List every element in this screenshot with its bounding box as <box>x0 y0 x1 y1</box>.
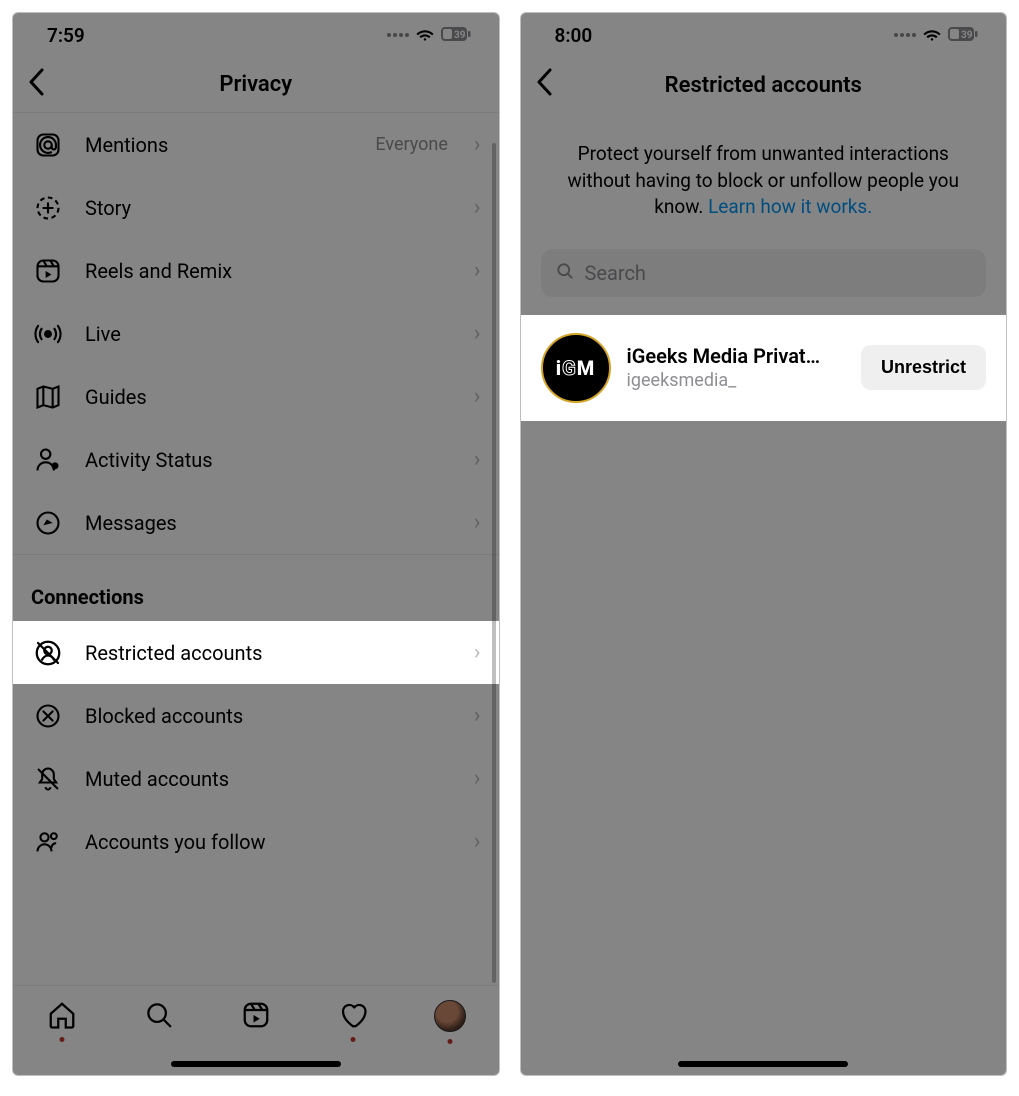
search-input[interactable]: Search <box>541 249 987 297</box>
home-indicator[interactable] <box>678 1061 848 1067</box>
page-title: Privacy <box>219 72 292 97</box>
reels-icon <box>31 257 65 285</box>
chevron-right-icon: › <box>474 321 481 346</box>
live-icon <box>31 320 65 348</box>
nav-header: Restricted accounts <box>521 57 1007 113</box>
tab-profile[interactable] <box>430 1000 470 1032</box>
status-bar: 7:59 39 <box>13 13 499 57</box>
chevron-right-icon: › <box>474 132 481 157</box>
accounts-follow-icon <box>31 828 65 856</box>
tab-home[interactable] <box>42 1000 82 1030</box>
status-time: 7:59 <box>47 24 85 47</box>
wifi-icon <box>415 24 435 47</box>
row-label: Activity Status <box>85 448 454 472</box>
row-reels[interactable]: Reels and Remix › <box>13 239 499 302</box>
row-muted-accounts[interactable]: Muted accounts › <box>13 747 499 810</box>
home-indicator[interactable] <box>171 1061 341 1067</box>
page-title: Restricted accounts <box>665 73 862 98</box>
status-bar: 8:00 39 <box>521 13 1007 57</box>
activity-status-icon <box>31 446 65 474</box>
scroll-indicator[interactable] <box>492 143 496 983</box>
tab-reels[interactable] <box>236 1000 276 1030</box>
guides-icon <box>31 383 65 411</box>
chevron-right-icon: › <box>474 640 481 665</box>
learn-how-link[interactable]: Learn how it works. <box>708 195 872 218</box>
tab-activity[interactable] <box>333 1000 373 1030</box>
notification-dot-icon <box>447 1039 452 1044</box>
row-label: Guides <box>85 385 454 409</box>
status-right: 39 <box>894 24 978 47</box>
messages-icon <box>31 509 65 537</box>
phone-privacy: 7:59 39 Privacy Mentions Everyone › <box>12 12 500 1076</box>
back-button[interactable] <box>535 68 553 102</box>
notification-dot-icon <box>350 1037 355 1042</box>
row-value: Everyone <box>375 134 448 155</box>
row-label: Live <box>85 322 454 346</box>
row-accounts-you-follow[interactable]: Accounts you follow › <box>13 810 499 873</box>
battery-icon: 39 <box>441 24 471 47</box>
phone-restricted: 8:00 39 Restricted accounts Protect your… <box>520 12 1008 1076</box>
chevron-right-icon: › <box>474 703 481 728</box>
row-blocked-accounts[interactable]: Blocked accounts › <box>13 684 499 747</box>
back-button[interactable] <box>27 68 45 102</box>
row-label: Muted accounts <box>85 767 454 791</box>
cellular-dots-icon <box>387 33 409 37</box>
status-right: 39 <box>387 24 471 47</box>
row-label: Blocked accounts <box>85 704 454 728</box>
account-handle: igeeksmedia_ <box>627 370 845 391</box>
account-avatar: iGM <box>541 333 611 403</box>
status-time: 8:00 <box>555 24 593 47</box>
row-guides[interactable]: Guides › <box>13 365 499 428</box>
interactions-list: Mentions Everyone › Story › Reels and Re… <box>13 113 499 873</box>
muted-icon <box>31 765 65 793</box>
section-header-connections: Connections <box>13 554 499 621</box>
cellular-dots-icon <box>894 33 916 37</box>
row-label: Reels and Remix <box>85 259 454 283</box>
chevron-right-icon: › <box>474 447 481 472</box>
nav-header: Privacy <box>13 57 499 113</box>
notification-dot-icon <box>59 1037 64 1042</box>
search-icon <box>555 261 575 285</box>
profile-avatar-icon <box>434 1000 466 1032</box>
row-mentions[interactable]: Mentions Everyone › <box>13 113 499 176</box>
chevron-right-icon: › <box>474 766 481 791</box>
row-label: Restricted accounts <box>85 641 454 665</box>
chevron-right-icon: › <box>474 258 481 283</box>
wifi-icon <box>922 24 942 47</box>
svg-text:39: 39 <box>454 30 466 41</box>
row-messages[interactable]: Messages › <box>13 491 499 554</box>
svg-text:39: 39 <box>961 30 973 41</box>
avatar-text: iGM <box>556 356 596 380</box>
row-label: Messages <box>85 511 454 535</box>
row-restricted-accounts[interactable]: Restricted accounts › <box>13 621 499 684</box>
restricted-account-row[interactable]: iGM iGeeks Media Privat… igeeksmedia_ Un… <box>521 315 1007 421</box>
tab-search[interactable] <box>139 1000 179 1030</box>
chevron-right-icon: › <box>474 510 481 535</box>
row-story[interactable]: Story › <box>13 176 499 239</box>
mention-icon <box>31 131 65 159</box>
chevron-right-icon: › <box>474 829 481 854</box>
account-display-name: iGeeks Media Privat… <box>627 344 827 368</box>
story-icon <box>31 194 65 222</box>
search-placeholder: Search <box>585 261 646 285</box>
chevron-right-icon: › <box>474 195 481 220</box>
row-activity-status[interactable]: Activity Status › <box>13 428 499 491</box>
row-label: Story <box>85 196 454 220</box>
row-label: Mentions <box>85 133 355 157</box>
blocked-icon <box>31 702 65 730</box>
row-label: Accounts you follow <box>85 830 454 854</box>
restricted-icon <box>31 638 65 668</box>
row-live[interactable]: Live › <box>13 302 499 365</box>
account-text: iGeeks Media Privat… igeeksmedia_ <box>627 344 845 391</box>
chevron-right-icon: › <box>474 384 481 409</box>
unrestrict-button[interactable]: Unrestrict <box>861 345 986 390</box>
intro-text: Protect yourself from unwanted interacti… <box>521 113 1007 249</box>
battery-icon: 39 <box>948 24 978 47</box>
